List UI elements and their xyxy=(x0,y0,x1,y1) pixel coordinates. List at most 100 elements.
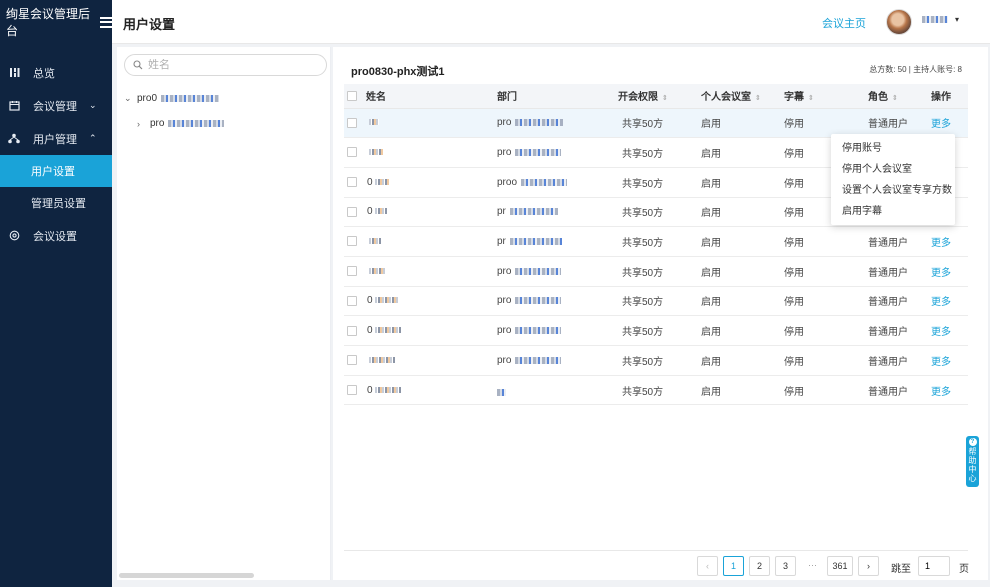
sort-icon[interactable]: ⇕ xyxy=(892,95,898,102)
settings-icon xyxy=(8,230,20,242)
col-room[interactable]: 个人会议室 ⇕ xyxy=(701,84,784,109)
search-icon xyxy=(133,60,143,70)
select-all-checkbox[interactable] xyxy=(347,90,357,101)
sidebar-item-label: 管理员设置 xyxy=(31,198,86,210)
select-all-cell xyxy=(344,84,366,109)
redacted-text xyxy=(374,327,401,334)
page-1-button[interactable]: 1 xyxy=(723,556,744,576)
cell-dept: pro xyxy=(497,286,618,317)
more-actions-link[interactable]: 更多 xyxy=(931,119,951,130)
page-last-button[interactable]: 361 xyxy=(827,556,853,576)
prev-page-button[interactable]: ‹ xyxy=(697,556,718,576)
cell-room: 启用 xyxy=(701,256,784,287)
menu-item-set-room-capacity[interactable]: 设置个人会议室专享方数 xyxy=(831,180,955,201)
search-box[interactable] xyxy=(124,54,327,76)
page-3-button[interactable]: 3 xyxy=(775,556,796,576)
col-role[interactable]: 角色 ⇕ xyxy=(868,84,931,109)
sidebar-item-meeting-management[interactable]: 会议管理 ⌄ xyxy=(0,89,112,122)
row-checkbox[interactable] xyxy=(347,355,357,366)
cell-perm: 共享50方 xyxy=(618,256,701,287)
cell-perm: 共享50方 xyxy=(618,315,701,346)
jump-page-input[interactable] xyxy=(918,556,950,576)
more-actions-link[interactable]: 更多 xyxy=(931,297,951,308)
row-checkbox[interactable] xyxy=(347,117,357,128)
cell-actions: 更多 xyxy=(931,226,968,257)
cell-room: 启用 xyxy=(701,197,784,228)
cell-dept: proo xyxy=(497,167,618,198)
cell-name xyxy=(366,226,497,257)
row-checkbox[interactable] xyxy=(347,384,357,395)
caret-down-icon[interactable]: ▾ xyxy=(955,15,959,24)
sort-icon[interactable]: ⇕ xyxy=(755,95,761,102)
table-row[interactable]: pr 共享50方 启用 停用 普通用户 更多 xyxy=(344,226,968,257)
sidebar-item-meeting-settings[interactable]: 会议设置 xyxy=(0,219,112,252)
more-actions-link[interactable]: 更多 xyxy=(931,268,951,279)
sidebar-nav: 总览 会议管理 ⌄ 用户管理 ⌃ 用户设置 管理员设置 会议设置 xyxy=(0,56,112,252)
user-table: 姓名 部门 开会权限 ⇕ 个人会议室 ⇕ 字幕 ⇕ 角色 ⇕ 操作 pro 共享50方 启用… xyxy=(344,84,968,406)
tree-node-root[interactable]: ⌄ pro0 xyxy=(124,93,220,104)
col-subtitle[interactable]: 字幕 ⇕ xyxy=(784,84,868,109)
row-checkbox[interactable] xyxy=(347,266,357,277)
col-perm[interactable]: 开会权限 ⇕ xyxy=(618,84,701,109)
redacted-text xyxy=(515,119,564,127)
sidebar-item-label: 用户管理 xyxy=(33,133,77,146)
search-input[interactable] xyxy=(148,59,308,71)
row-checkbox[interactable] xyxy=(347,236,357,247)
cell-dept-text: pro xyxy=(497,354,512,366)
chevron-right-icon[interactable]: › xyxy=(137,119,145,129)
table-row[interactable]: 0 共享50方 启用 停用 普通用户 更多 xyxy=(344,375,968,406)
page-2-button[interactable]: 2 xyxy=(749,556,770,576)
sort-icon[interactable]: ⇕ xyxy=(662,95,668,102)
next-page-button[interactable]: › xyxy=(858,556,879,576)
table-row[interactable]: 0 pro 共享50方 启用 停用 普通用户 更多 xyxy=(344,315,968,346)
cell-dept xyxy=(497,375,618,406)
redacted-text xyxy=(168,120,225,127)
menu-item-disable-room[interactable]: 停用个人会议室 xyxy=(831,159,955,180)
tree-node-child[interactable]: › pro xyxy=(137,118,225,129)
cell-actions: 更多 xyxy=(931,375,968,406)
avatar[interactable] xyxy=(886,9,912,35)
sidebar-item-user-settings[interactable]: 用户设置 xyxy=(0,155,112,187)
cell-name xyxy=(366,137,497,168)
redacted-text xyxy=(515,297,562,305)
menu-item-disable-account[interactable]: 停用账号 xyxy=(831,138,955,159)
more-actions-link[interactable]: 更多 xyxy=(931,387,951,398)
more-actions-link[interactable]: 更多 xyxy=(931,238,951,249)
row-checkbox[interactable] xyxy=(347,147,357,158)
row-checkbox[interactable] xyxy=(347,325,357,336)
table-row[interactable]: pro 共享50方 启用 停用 普通用户 更多 xyxy=(344,345,968,376)
sort-icon[interactable]: ⇕ xyxy=(808,95,814,102)
menu-item-enable-subtitle[interactable]: 启用字幕 xyxy=(831,201,955,222)
sidebar-item-label: 会议设置 xyxy=(33,230,77,243)
cell-dept: pro xyxy=(497,256,618,287)
cell-name-text: 0 xyxy=(367,206,373,218)
cell-room: 启用 xyxy=(701,108,784,139)
row-checkbox[interactable] xyxy=(347,177,357,188)
help-center-button[interactable]: ? 帮助中心 xyxy=(966,436,979,487)
row-checkbox[interactable] xyxy=(347,206,357,217)
more-actions-menu: 停用账号 停用个人会议室 设置个人会议室专享方数 启用字幕 xyxy=(831,134,955,225)
table-row[interactable]: 0 pro 共享50方 启用 停用 普通用户 更多 xyxy=(344,286,968,317)
cell-room: 启用 xyxy=(701,315,784,346)
pagination-ellipsis[interactable]: ··· xyxy=(808,560,817,570)
more-actions-link[interactable]: 更多 xyxy=(931,357,951,368)
redacted-text xyxy=(374,208,387,215)
cell-room: 启用 xyxy=(701,375,784,406)
meeting-home-link[interactable]: 会议主页 xyxy=(822,15,866,31)
divider xyxy=(344,550,968,551)
menu-toggle-icon[interactable] xyxy=(100,16,112,28)
chevron-down-icon[interactable]: ⌄ xyxy=(124,93,132,104)
row-select-cell xyxy=(344,108,366,139)
sidebar-item-overview[interactable]: 总览 xyxy=(0,56,112,89)
sidebar-item-admin-settings[interactable]: 管理员设置 xyxy=(0,187,112,219)
row-checkbox[interactable] xyxy=(347,295,357,306)
col-actions: 操作 xyxy=(931,84,968,109)
org-icon xyxy=(8,133,20,145)
redacted-text xyxy=(369,119,379,126)
table-row[interactable]: pro 共享50方 启用 停用 普通用户 更多 xyxy=(344,256,968,287)
more-actions-link[interactable]: 更多 xyxy=(931,327,951,338)
page-suffix: 页 xyxy=(959,564,969,575)
sidebar-item-user-management[interactable]: 用户管理 ⌃ xyxy=(0,122,112,155)
username-redacted[interactable] xyxy=(922,15,948,26)
horizontal-scrollbar[interactable] xyxy=(119,573,254,578)
